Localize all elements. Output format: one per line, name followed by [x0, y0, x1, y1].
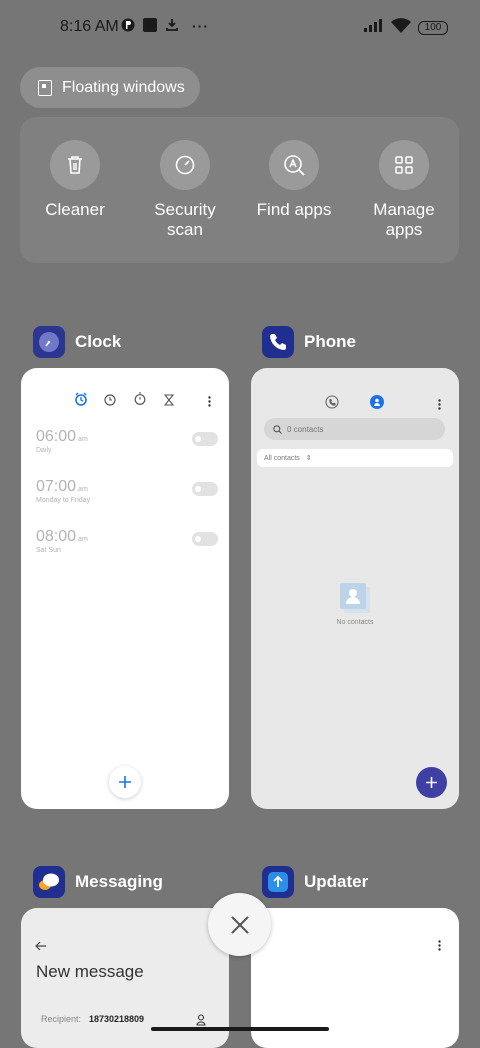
alarm-item[interactable]: 08:00 am Sat Sun	[36, 528, 218, 554]
battery-indicator: 100	[418, 21, 448, 35]
recipient-label: Recipient:	[41, 1014, 82, 1024]
manage-apps-button[interactable]: Manage apps	[356, 140, 452, 240]
download-icon	[165, 18, 179, 35]
timer-tab-icon	[163, 393, 175, 411]
contacts-search-bar[interactable]: 0 contacts	[264, 418, 445, 440]
phone-app-name: Phone	[304, 332, 356, 351]
add-alarm-button[interactable]	[109, 766, 141, 798]
phone-app-header[interactable]: Phone	[262, 326, 356, 358]
contacts-filter-dropdown[interactable]: All contacts ⇕	[257, 449, 453, 467]
contacts-filter-label: All contacts	[264, 454, 300, 462]
alarm-toggle[interactable]	[192, 432, 218, 446]
back-arrow-icon	[35, 938, 47, 956]
manage-apps-label: Manage apps	[373, 200, 435, 239]
alarm-time: 07:00	[36, 478, 77, 495]
alarm-toggle[interactable]	[192, 532, 218, 546]
signal-icon	[364, 18, 386, 35]
alarm-tab-icon	[74, 392, 88, 411]
new-message-title: New message	[36, 962, 144, 981]
contacts-tab-icon	[370, 395, 384, 409]
security-scan-icon	[160, 140, 210, 190]
alarm-toggle[interactable]	[192, 482, 218, 496]
alarm-time: 06:00	[36, 428, 77, 445]
alarm-repeat: Sat Sun	[36, 547, 61, 554]
close-icon	[230, 915, 249, 934]
alarm-ampm: am	[78, 536, 88, 543]
messaging-app-name: Messaging	[75, 872, 163, 891]
stopwatch-tab-icon	[134, 392, 146, 410]
contacts-search-placeholder: 0 contacts	[287, 424, 324, 434]
updater-more-options-icon	[438, 938, 441, 956]
search-icon	[273, 424, 282, 434]
find-apps-button[interactable]: Find apps	[246, 140, 342, 220]
notification-app-icon	[121, 18, 135, 35]
alarm-repeat: Monday to Friday	[36, 497, 91, 504]
messaging-app-header[interactable]: Messaging	[33, 866, 163, 898]
alarm-ampm: am	[78, 486, 88, 493]
more-notifications-icon: ···	[192, 18, 209, 34]
alarm-ampm: am	[78, 436, 88, 443]
clock-app-header[interactable]: Clock	[33, 326, 121, 358]
home-indicator[interactable]	[151, 1027, 329, 1031]
updater-app-name: Updater	[304, 872, 369, 891]
phone-app-card[interactable]: 0 contacts All contacts ⇕ No contacts	[251, 368, 459, 809]
notification-square-icon	[143, 18, 157, 35]
alarm-item[interactable]: 06:00 am Daily	[36, 428, 218, 454]
chevron-updown-icon: ⇕	[305, 455, 312, 462]
clock-more-options-icon	[208, 394, 211, 412]
plus-icon	[119, 776, 131, 788]
security-scan-button[interactable]: Security scan	[137, 140, 233, 240]
clock-app-icon	[33, 326, 65, 358]
recipient-value: 18730218809	[89, 1014, 145, 1024]
messaging-app-icon	[33, 866, 65, 898]
phone-more-options-icon	[438, 397, 441, 415]
alarm-repeat: Daily	[36, 447, 52, 454]
world-clock-tab-icon	[104, 393, 116, 411]
clear-all-button[interactable]	[208, 893, 271, 956]
alarm-time: 08:00	[36, 528, 77, 545]
empty-contacts-illustration	[340, 583, 370, 613]
cleaner-button[interactable]: Cleaner	[27, 140, 123, 220]
security-scan-label: Security scan	[154, 200, 216, 239]
quick-actions-panel: Cleaner Security scan Find apps Manage a…	[20, 117, 459, 263]
alarm-item[interactable]: 07:00 am Monday to Friday	[36, 478, 218, 504]
floating-window-icon	[38, 79, 52, 96]
find-apps-label: Find apps	[256, 200, 332, 219]
wifi-icon	[390, 16, 412, 37]
status-time: 8:16 AM	[60, 18, 119, 35]
find-apps-icon	[269, 140, 319, 190]
no-contacts-text: No contacts	[336, 619, 374, 626]
trash-icon	[50, 140, 100, 190]
floating-windows-button[interactable]: Floating windows	[20, 67, 200, 108]
updater-app-header[interactable]: Updater	[262, 866, 368, 898]
floating-windows-label: Floating windows	[62, 78, 185, 96]
recents-tab-icon	[325, 395, 339, 414]
status-bar: 8:16 AM ··· 100	[0, 0, 480, 56]
phone-app-icon	[262, 326, 294, 358]
updater-app-icon	[262, 866, 294, 898]
plus-icon	[426, 777, 437, 788]
clock-app-card[interactable]: 06:00 am Daily 07:00 am Monday to Friday 0…	[21, 368, 229, 809]
grid-icon	[379, 140, 429, 190]
cleaner-label: Cleaner	[45, 200, 105, 219]
add-contact-button[interactable]	[416, 767, 447, 798]
clock-app-name: Clock	[75, 332, 122, 351]
